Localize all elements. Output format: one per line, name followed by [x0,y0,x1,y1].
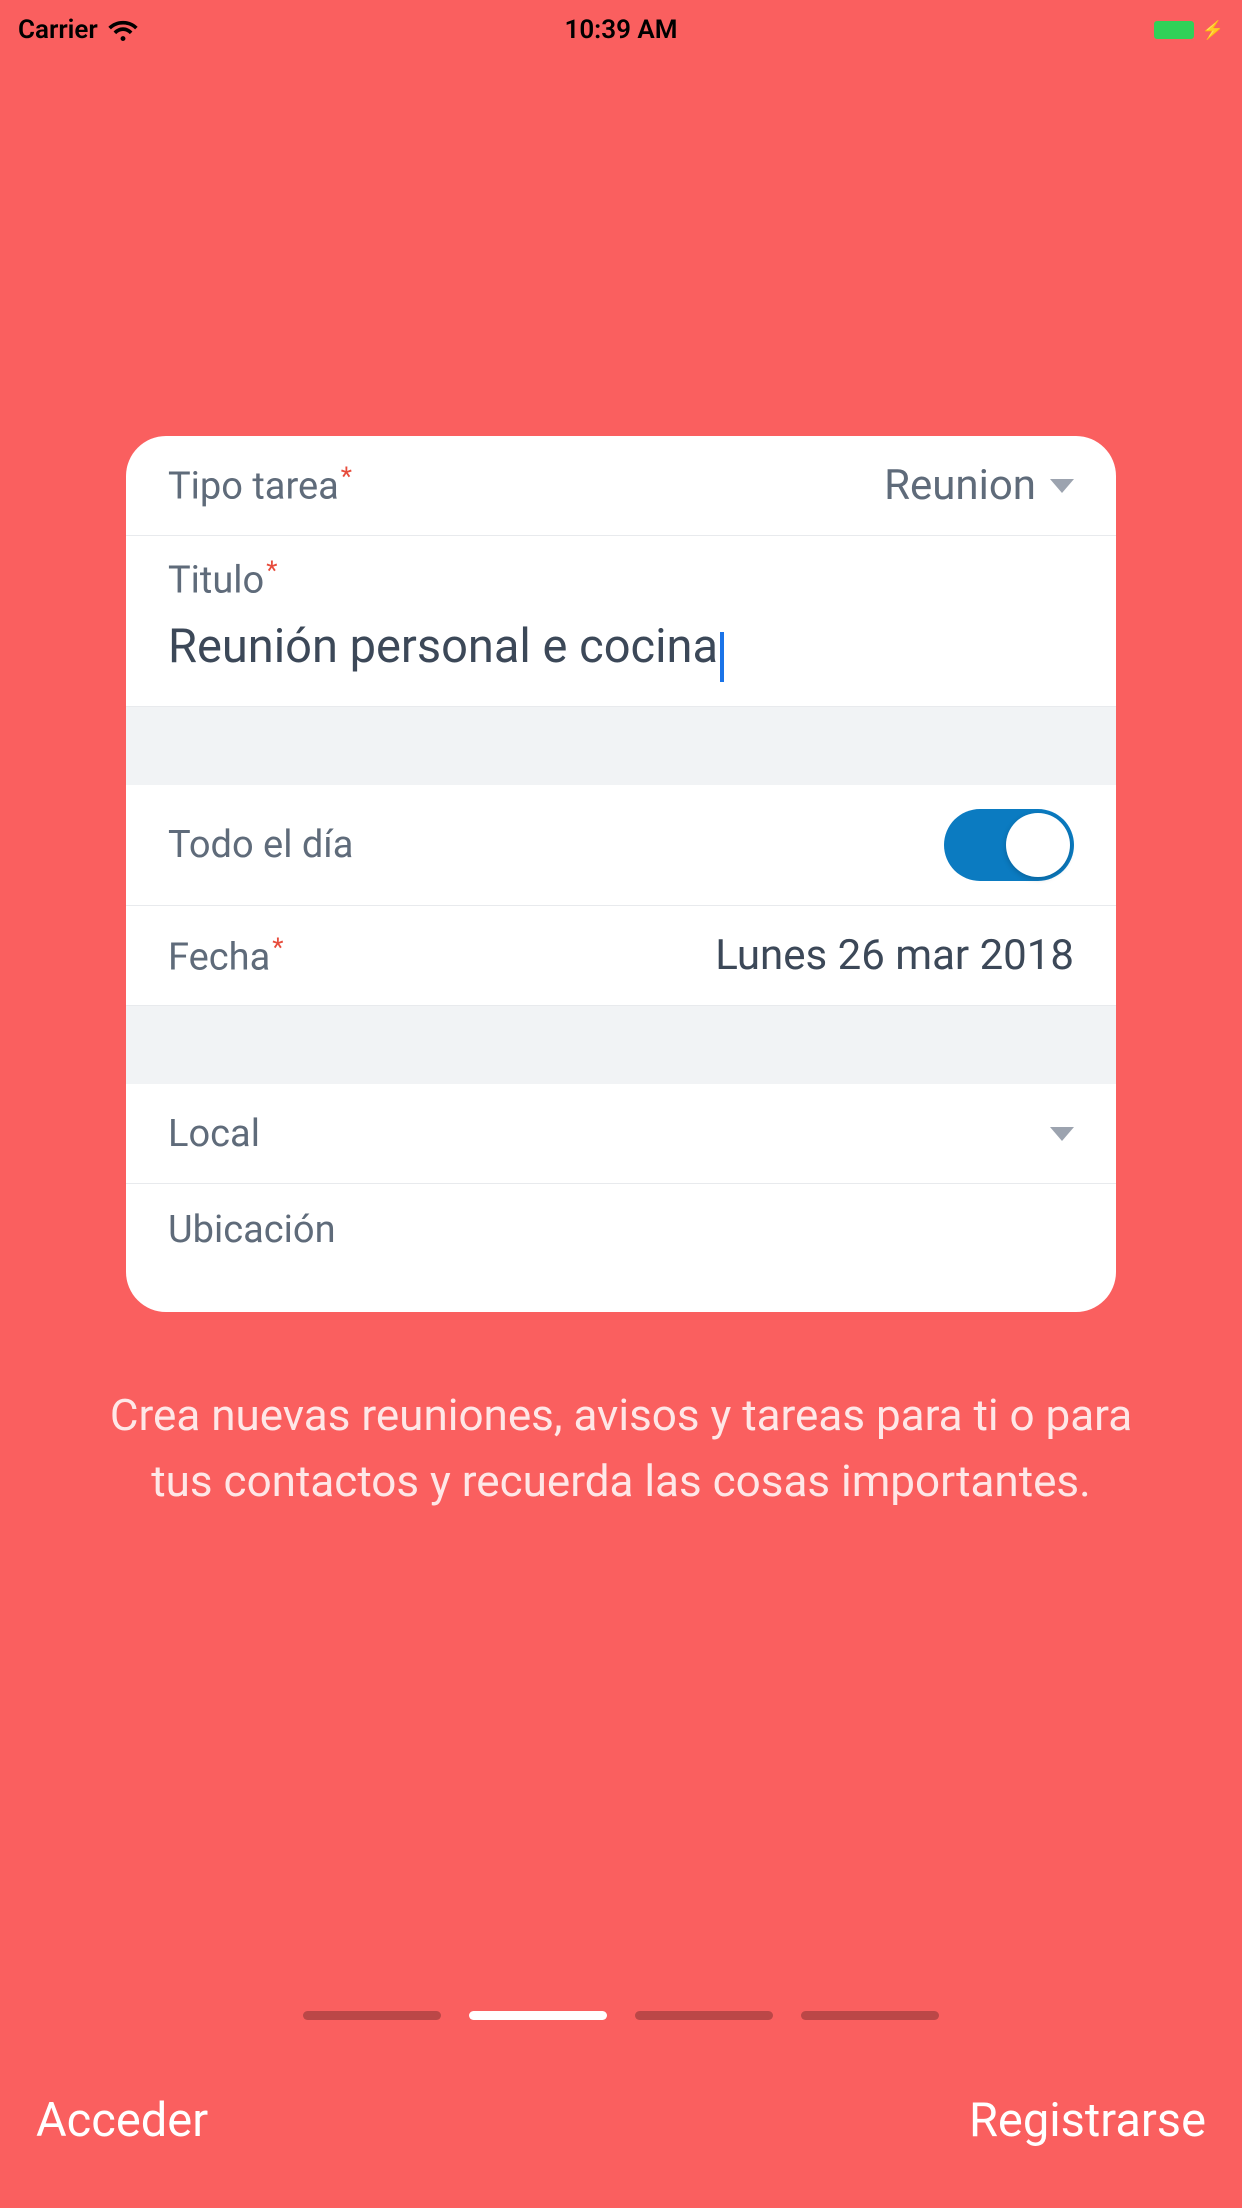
carrier-label: Carrier [18,15,98,45]
section-spacer-2 [126,1006,1116,1084]
all-day-toggle[interactable] [944,809,1074,881]
toggle-knob [1006,813,1070,877]
task-type-value: Reunion [884,461,1074,510]
status-bar: Carrier 10:39 AM ⚡ [0,0,1242,60]
chevron-down-icon [1050,1127,1074,1141]
date-row[interactable]: Fecha* Lunes 26 mar 2018 [126,906,1116,1006]
title-input[interactable]: Reunión personal e cocina [168,619,718,674]
section-spacer [126,707,1116,785]
battery-icon [1152,19,1196,41]
page-dot-1[interactable] [303,2011,441,2020]
bottom-bar: Acceder Registrarse [0,2093,1242,2148]
local-label: Local [168,1112,260,1156]
title-section: Titulo* Reunión personal e cocina [126,536,1116,707]
page-indicators [303,2011,939,2020]
page-dot-3[interactable] [635,2011,773,2020]
date-label: Fecha* [168,933,283,980]
title-input-wrapper[interactable]: Reunión personal e cocina [168,619,1074,683]
date-value: Lunes 26 mar 2018 [715,931,1074,980]
charging-icon: ⚡ [1202,20,1224,41]
status-time: 10:39 AM [564,15,677,45]
location-row[interactable]: Ubicación [126,1184,1116,1312]
page-description: Crea nuevas reuniones, avisos y tareas p… [0,1382,1242,1514]
local-row[interactable]: Local [126,1084,1116,1184]
title-label: Titulo* [168,556,1074,603]
all-day-label: Todo el día [168,823,353,867]
page-dot-2[interactable] [469,2011,607,2020]
login-button[interactable]: Acceder [36,2093,208,2148]
register-button[interactable]: Registrarse [969,2093,1206,2148]
page-dot-4[interactable] [801,2011,939,2020]
task-type-label: Tipo tarea* [168,462,352,509]
status-left: Carrier [18,15,138,45]
task-card: Tipo tarea* Reunion Titulo* Reunión pers… [126,436,1116,1312]
text-cursor [720,632,724,682]
location-label: Ubicación [168,1208,336,1252]
status-right: ⚡ [1152,19,1224,41]
wifi-icon [108,19,138,41]
all-day-row: Todo el día [126,785,1116,906]
task-type-row[interactable]: Tipo tarea* Reunion [126,436,1116,536]
chevron-down-icon [1050,479,1074,493]
